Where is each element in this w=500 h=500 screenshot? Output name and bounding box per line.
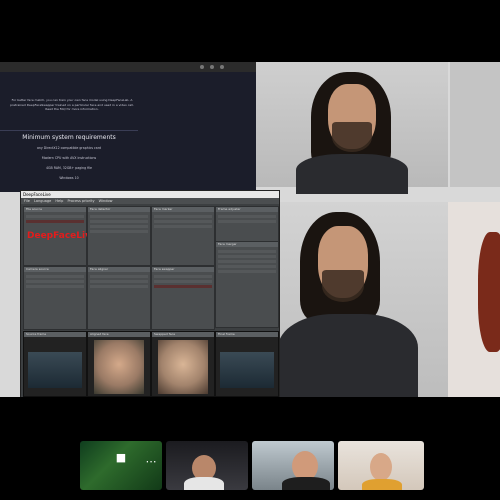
setting-row[interactable]	[154, 280, 212, 283]
requirements-heading: Minimum system requirements	[22, 134, 116, 141]
window-title: DeepFaceLive	[21, 191, 279, 198]
preview-swapped-face: Swapped face	[151, 331, 215, 397]
browser-window: For better face match, you can train you…	[0, 62, 256, 192]
setting-row[interactable]	[218, 220, 276, 223]
beard	[332, 122, 372, 152]
preview-source-frame: Source frame	[23, 331, 87, 397]
setting-row[interactable]	[26, 285, 84, 288]
menu-item[interactable]: File	[24, 199, 30, 203]
setting-row[interactable]	[218, 265, 276, 268]
divider	[0, 130, 138, 131]
requirement-item: Modern CPU with AVX instructions	[41, 156, 97, 160]
video-icon[interactable]: ■	[114, 451, 128, 465]
setting-row[interactable]	[218, 255, 276, 258]
participant-tile-4[interactable]	[338, 441, 424, 490]
menu-item[interactable]: Help	[55, 199, 63, 203]
side-panel	[448, 202, 500, 397]
browser-dot-icon[interactable]	[210, 65, 214, 69]
setting-row[interactable]	[90, 220, 148, 223]
setting-row[interactable]	[26, 275, 84, 278]
node-face-swapper[interactable]: Face swapper	[151, 266, 215, 330]
node-face-marker[interactable]: Face marker	[151, 206, 215, 266]
menu-item[interactable]: Language	[34, 199, 51, 203]
node-camera-source[interactable]: Camera source	[23, 266, 87, 330]
node-face-merger[interactable]: Face merger	[215, 241, 279, 328]
browser-dot-icon[interactable]	[220, 65, 224, 69]
setting-row[interactable]	[154, 215, 212, 218]
setting-row[interactable]	[26, 220, 84, 223]
menu-item[interactable]: Process priority	[68, 199, 95, 203]
shirt	[296, 154, 408, 194]
setting-row[interactable]	[90, 275, 148, 278]
setting-row[interactable]	[90, 280, 148, 283]
face-panel-source	[256, 62, 448, 194]
setting-row[interactable]	[26, 280, 84, 283]
browser-toolbar	[0, 62, 256, 72]
requirement-item: 4GB RAM, 32GB+ paging file	[46, 166, 92, 170]
menu-item[interactable]: Window	[99, 199, 113, 203]
more-icon[interactable]: ⋯	[144, 455, 158, 469]
setting-row[interactable]	[218, 270, 276, 273]
side-panel	[450, 62, 500, 187]
beard	[322, 270, 364, 302]
setting-row[interactable]	[154, 220, 212, 223]
call-toolbar: ■ ⋯	[110, 451, 170, 471]
setting-row[interactable]	[218, 215, 276, 218]
setting-row[interactable]	[218, 260, 276, 263]
preview-aligned-face: Aligned face	[87, 331, 151, 397]
setting-row[interactable]	[90, 215, 148, 218]
participant-tile-3[interactable]	[252, 441, 334, 490]
participant-tile-2[interactable]	[166, 441, 248, 490]
setting-row[interactable]	[218, 250, 276, 253]
deepfacelive-window: DeepFaceLive File Language Help Process …	[20, 190, 280, 397]
menu-bar: File Language Help Process priority Wind…	[21, 198, 279, 204]
shirt	[278, 314, 418, 397]
preview-final-frame: Final frame	[215, 331, 279, 397]
setting-row[interactable]	[90, 225, 148, 228]
setting-row[interactable]	[90, 285, 148, 288]
setting-row[interactable]	[90, 230, 148, 233]
node-face-detector[interactable]: Face detector	[87, 206, 151, 266]
setting-row[interactable]	[26, 215, 84, 218]
requirement-item: any DirectX12 compatible graphics card	[36, 146, 102, 150]
node-face-aligner[interactable]: Face aligner	[87, 266, 151, 330]
setting-row[interactable]	[154, 285, 212, 288]
face-panel-result	[278, 202, 448, 397]
shared-screen: For better face match, you can train you…	[0, 62, 500, 397]
node-frame-adjuster[interactable]: Frame adjuster	[215, 206, 279, 242]
requirement-item: Windows 10	[59, 176, 79, 180]
browser-dot-icon[interactable]	[200, 65, 204, 69]
setting-row[interactable]	[154, 275, 212, 278]
intro-text: For better face match, you can train you…	[10, 98, 134, 111]
setting-row[interactable]	[154, 225, 212, 228]
